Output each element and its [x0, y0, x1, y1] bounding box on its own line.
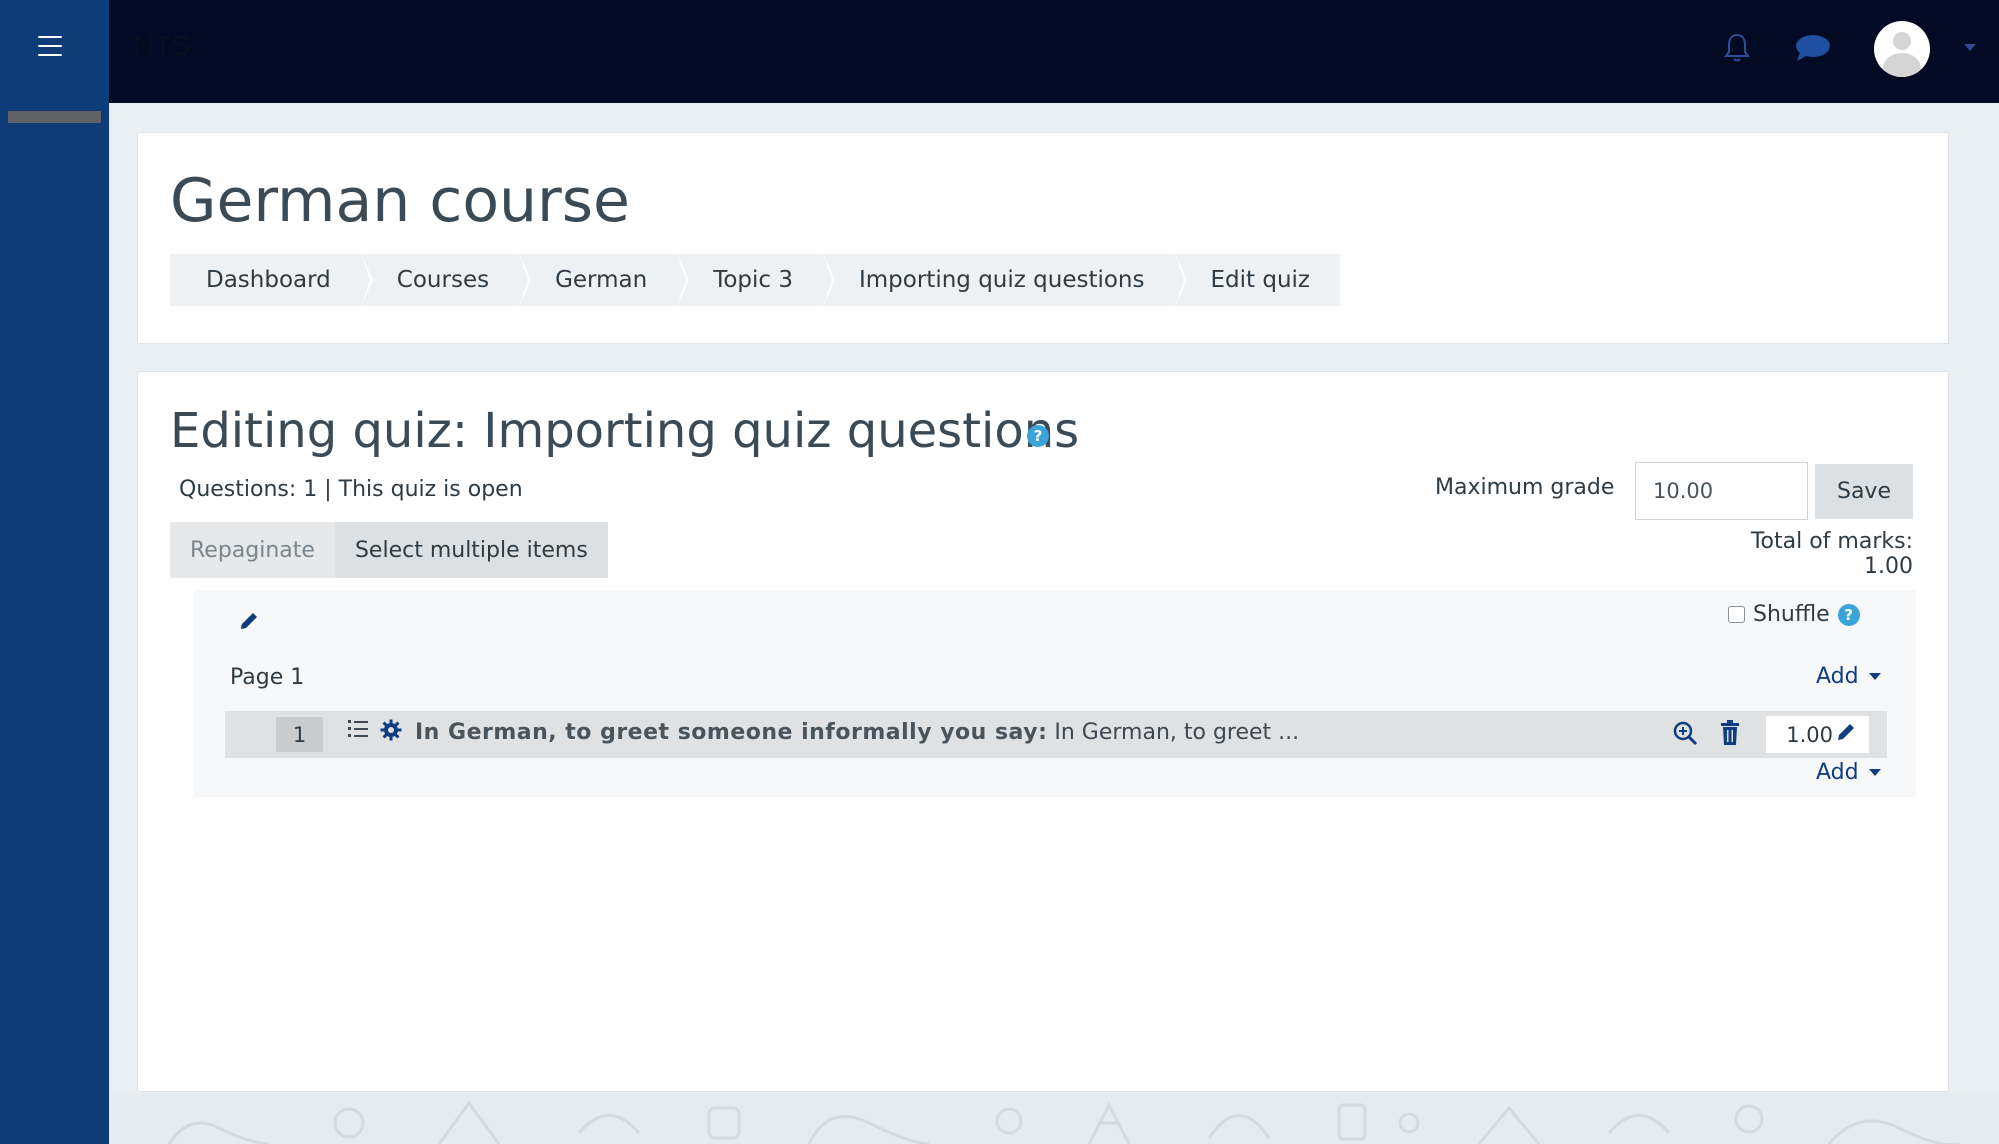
- chevron-down-icon: [1868, 673, 1881, 680]
- page-title: Editing quiz: Importing quiz questions: [170, 403, 1080, 459]
- select-multiple-button[interactable]: Select multiple items: [334, 522, 608, 578]
- quiz-actions: Repaginate Select multiple items: [170, 522, 608, 578]
- zoom-in-icon[interactable]: [1672, 720, 1698, 750]
- shuffle-checkbox[interactable]: [1728, 606, 1745, 623]
- save-button[interactable]: Save: [1815, 464, 1913, 519]
- repaginate-button[interactable]: Repaginate: [170, 522, 335, 578]
- breadcrumb-dashboard[interactable]: Dashboard: [170, 254, 373, 306]
- footer-pattern: [109, 1093, 1999, 1144]
- chat-icon[interactable]: [1793, 28, 1833, 68]
- question-row: 1 In German, to greet someone informally…: [225, 711, 1887, 758]
- breadcrumb-topic-3[interactable]: Topic 3: [677, 254, 835, 306]
- add-label: Add: [1816, 760, 1859, 785]
- edit-section-heading-icon[interactable]: [238, 610, 260, 636]
- max-grade-input[interactable]: [1635, 462, 1808, 520]
- add-dropdown-bottom[interactable]: Add: [1816, 760, 1881, 785]
- quiz-section: Shuffle ? Page 1 Add 1 In German, to gre…: [194, 590, 1916, 797]
- bell-icon[interactable]: [1717, 28, 1757, 68]
- shuffle-label: Shuffle: [1753, 602, 1830, 627]
- max-grade-label: Maximum grade: [1435, 475, 1615, 500]
- gear-icon[interactable]: [380, 719, 402, 745]
- quiz-edit-card: Editing quiz: Importing quiz questions ?…: [137, 371, 1949, 1092]
- top-navbar: NTS: [109, 0, 1999, 103]
- chevron-down-icon[interactable]: [1964, 44, 1976, 51]
- shuffle-control: Shuffle ?: [1728, 602, 1860, 627]
- breadcrumb-courses[interactable]: Courses: [361, 254, 532, 306]
- help-icon[interactable]: ?: [1837, 603, 1860, 626]
- add-label: Add: [1816, 664, 1859, 689]
- breadcrumb-importing-quiz-questions[interactable]: Importing quiz questions: [823, 254, 1187, 306]
- breadcrumb: Dashboard Courses German Topic 3 Importi…: [170, 254, 1340, 306]
- breadcrumb-edit-quiz[interactable]: Edit quiz: [1175, 254, 1341, 306]
- course-title: German course: [170, 166, 630, 236]
- pencil-icon[interactable]: [1835, 721, 1857, 748]
- question-preview-text: In German, to greet ...: [1054, 720, 1300, 745]
- left-drawer: [0, 0, 109, 1144]
- trash-icon[interactable]: [1719, 720, 1741, 750]
- add-dropdown-top[interactable]: Add: [1816, 664, 1881, 689]
- question-mark-field[interactable]: 1.00: [1766, 716, 1869, 753]
- question-mark-value: 1.00: [1786, 722, 1833, 747]
- user-avatar[interactable]: [1874, 21, 1930, 77]
- page-header-card: German course Dashboard Courses German T…: [137, 132, 1949, 344]
- menu-toggle-icon[interactable]: [38, 34, 62, 58]
- site-name[interactable]: NTS: [134, 30, 190, 62]
- question-text[interactable]: In German, to greet someone informally y…: [415, 720, 1299, 745]
- help-icon[interactable]: ?: [1027, 425, 1049, 447]
- chevron-down-icon: [1868, 769, 1881, 776]
- drawer-item-placeholder[interactable]: [8, 111, 101, 123]
- quiz-status: Questions: 1 | This quiz is open: [179, 477, 523, 502]
- question-name: In German, to greet someone informally y…: [415, 720, 1048, 745]
- total-marks: Total of marks: 1.00: [1750, 529, 1913, 579]
- page-label: Page 1: [230, 665, 305, 690]
- question-number: 1: [276, 717, 323, 752]
- multichoice-icon: [347, 717, 369, 743]
- breadcrumb-german[interactable]: German: [519, 254, 690, 306]
